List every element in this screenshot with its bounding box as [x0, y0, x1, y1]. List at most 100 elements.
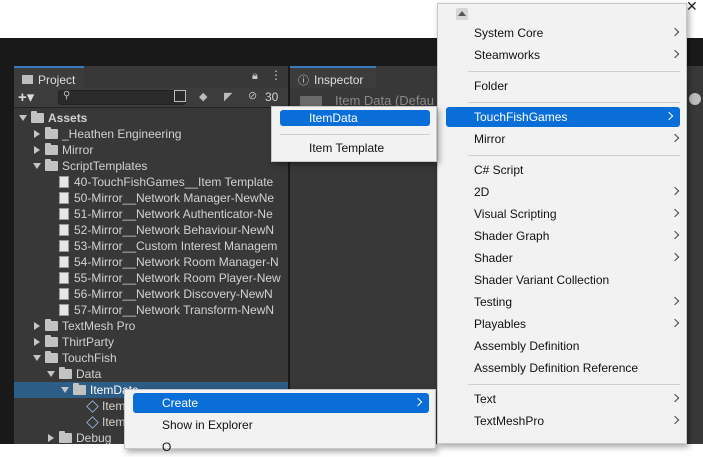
menu-item-label: Shader Variant Collection	[474, 273, 610, 287]
expand-down-icon[interactable]	[32, 161, 42, 171]
tree-item-label: ThirtParty	[62, 335, 115, 349]
touchfishgames-submenu: ItemData Item Template	[271, 106, 437, 162]
search-icon: ⚲	[63, 90, 71, 101]
tab-project[interactable]: Project	[14, 66, 84, 88]
tree-item-label: TextMesh Pro	[62, 319, 136, 333]
scriptable-object-icon	[86, 415, 99, 429]
filter-by-label-icon[interactable]: ◤	[224, 90, 232, 103]
tree-item[interactable]: TextMesh Pro	[14, 318, 288, 334]
scroll-up-icon[interactable]	[456, 8, 468, 20]
tree-item-label: 56-Mirror__Network Discovery-NewN	[74, 287, 273, 301]
menu-item-label: C# Script	[474, 163, 524, 177]
create-submenu: System Core Steamworks Folder TouchFishGame…	[437, 3, 687, 444]
menu-item-c-script[interactable]: C# Script	[438, 160, 686, 180]
menu-separator	[468, 384, 680, 385]
search-by-type-icon[interactable]	[174, 90, 186, 102]
folder-icon	[45, 335, 58, 347]
expand-right-icon[interactable]	[32, 321, 42, 331]
menu-item-label: Steamworks	[474, 48, 541, 62]
menu-item-shader-variant-collection[interactable]: Shader Variant Collection	[438, 270, 686, 290]
tree-item-label: Data	[76, 367, 102, 381]
menu-item-show-in-explorer[interactable]: Show in Explorer	[125, 415, 435, 435]
tree-item[interactable]: 54-Mirror__Network Room Manager-N	[14, 254, 288, 270]
menu-item-o[interactable]: O	[125, 437, 435, 457]
script-file-icon	[59, 304, 69, 316]
menu-item-assembly-definition-reference[interactable]: Assembly Definition Reference	[438, 358, 686, 378]
menu-item-create[interactable]: Create	[133, 393, 429, 413]
expand-down-icon[interactable]	[18, 113, 28, 123]
menu-item-touchfishgames[interactable]: TouchFishGames	[446, 107, 680, 127]
menu-item-label: Show in Explorer	[162, 418, 253, 432]
kebab-menu-icon[interactable]: ⋮	[270, 68, 282, 82]
menu-item-label: 2D	[474, 185, 490, 199]
expand-down-icon[interactable]	[46, 369, 56, 379]
tree-item[interactable]: Mirror	[14, 142, 288, 158]
tree-item[interactable]: 51-Mirror__Network Authenticator-Ne	[14, 206, 288, 222]
menu-item-label: Shader	[474, 251, 513, 265]
chevron-right-icon	[670, 208, 680, 218]
expand-right-icon[interactable]	[32, 145, 42, 155]
menu-item-folder[interactable]: Folder	[438, 76, 686, 96]
tree-item-label: 51-Mirror__Network Authenticator-Ne	[74, 207, 273, 221]
filter-by-type-icon[interactable]: ◆	[199, 90, 207, 103]
tree-item[interactable]: 56-Mirror__Network Discovery-NewN	[14, 286, 288, 302]
menu-item-label: System Core	[474, 26, 544, 40]
menu-item-label: Assembly Definition	[474, 339, 580, 353]
folder-icon	[45, 319, 58, 331]
expand-right-icon[interactable]	[32, 337, 42, 347]
lock-icon[interactable]: 🔒︎	[252, 70, 258, 83]
expand-down-icon[interactable]	[32, 353, 42, 363]
menu-item-label: Visual Scripting	[474, 207, 557, 221]
tree-item[interactable]: _Heathen Engineering	[14, 126, 288, 142]
menu-item-steamworks[interactable]: Steamworks	[438, 45, 686, 65]
menu-item-label: TextMeshPro	[474, 414, 545, 428]
tab-inspector[interactable]: ⓘ Inspector	[290, 66, 376, 88]
menu-item-visual-scripting[interactable]: Visual Scripting	[438, 204, 686, 224]
expand-down-icon[interactable]	[60, 385, 70, 395]
menu-item-item-template[interactable]: Item Template	[272, 140, 436, 156]
menu-item-label: Mirror	[474, 132, 506, 146]
menu-item-shader-graph[interactable]: Shader Graph	[438, 226, 686, 246]
tree-item[interactable]: ScriptTemplates	[14, 158, 288, 174]
script-file-icon	[59, 192, 69, 204]
tree-item[interactable]: 57-Mirror__Network Transform-NewN	[14, 302, 288, 318]
tree-item[interactable]: Data	[14, 366, 288, 382]
tree-item-label: ScriptTemplates	[62, 159, 148, 173]
menu-item-shader[interactable]: Shader	[438, 248, 686, 268]
expand-right-icon[interactable]	[46, 433, 56, 443]
menu-item-testing[interactable]: Testing	[438, 292, 686, 312]
search-input[interactable]: ⚲	[58, 90, 186, 105]
tree-item[interactable]: 52-Mirror__Network Behaviour-NewN	[14, 222, 288, 238]
menu-item-label: Shader Graph	[474, 229, 550, 243]
add-button[interactable]: +▾	[18, 88, 34, 106]
menu-item-itemdata[interactable]: ItemData	[280, 110, 430, 126]
tree-item[interactable]: Assets	[14, 110, 288, 126]
tree-item[interactable]: 40-TouchFishGames__Item Template	[14, 174, 288, 190]
menu-item-2d[interactable]: 2D	[438, 182, 686, 202]
menu-item-assembly-definition[interactable]: Assembly Definition	[438, 336, 686, 356]
tree-item[interactable]: 55-Mirror__Network Room Player-New	[14, 270, 288, 286]
tree-item[interactable]: 50-Mirror__Network Manager-NewNe	[14, 190, 288, 206]
menu-item-text[interactable]: Text	[438, 389, 686, 409]
script-file-icon	[59, 256, 69, 268]
hidden-packages-icon[interactable]: ⊘	[248, 89, 257, 102]
menu-item-playables[interactable]: Playables	[438, 314, 686, 334]
menu-item-mirror[interactable]: Mirror	[438, 129, 686, 149]
menu-item-system-core[interactable]: System Core	[438, 23, 686, 43]
script-file-icon	[59, 224, 69, 236]
folder-icon	[45, 143, 58, 155]
inspector-tab-label: Inspector	[314, 72, 364, 87]
folder-icon	[22, 75, 33, 84]
close-icon[interactable]: ✕	[686, 0, 702, 14]
expand-right-icon[interactable]	[32, 129, 42, 139]
tree-item[interactable]: ThirtParty	[14, 334, 288, 350]
help-icon[interactable]	[689, 93, 701, 105]
tree-item[interactable]: TouchFish	[14, 350, 288, 366]
menu-item-textmeshpro[interactable]: TextMeshPro	[438, 411, 686, 431]
tree-item[interactable]: 53-Mirror__Custom Interest Managem	[14, 238, 288, 254]
script-file-icon	[59, 288, 69, 300]
